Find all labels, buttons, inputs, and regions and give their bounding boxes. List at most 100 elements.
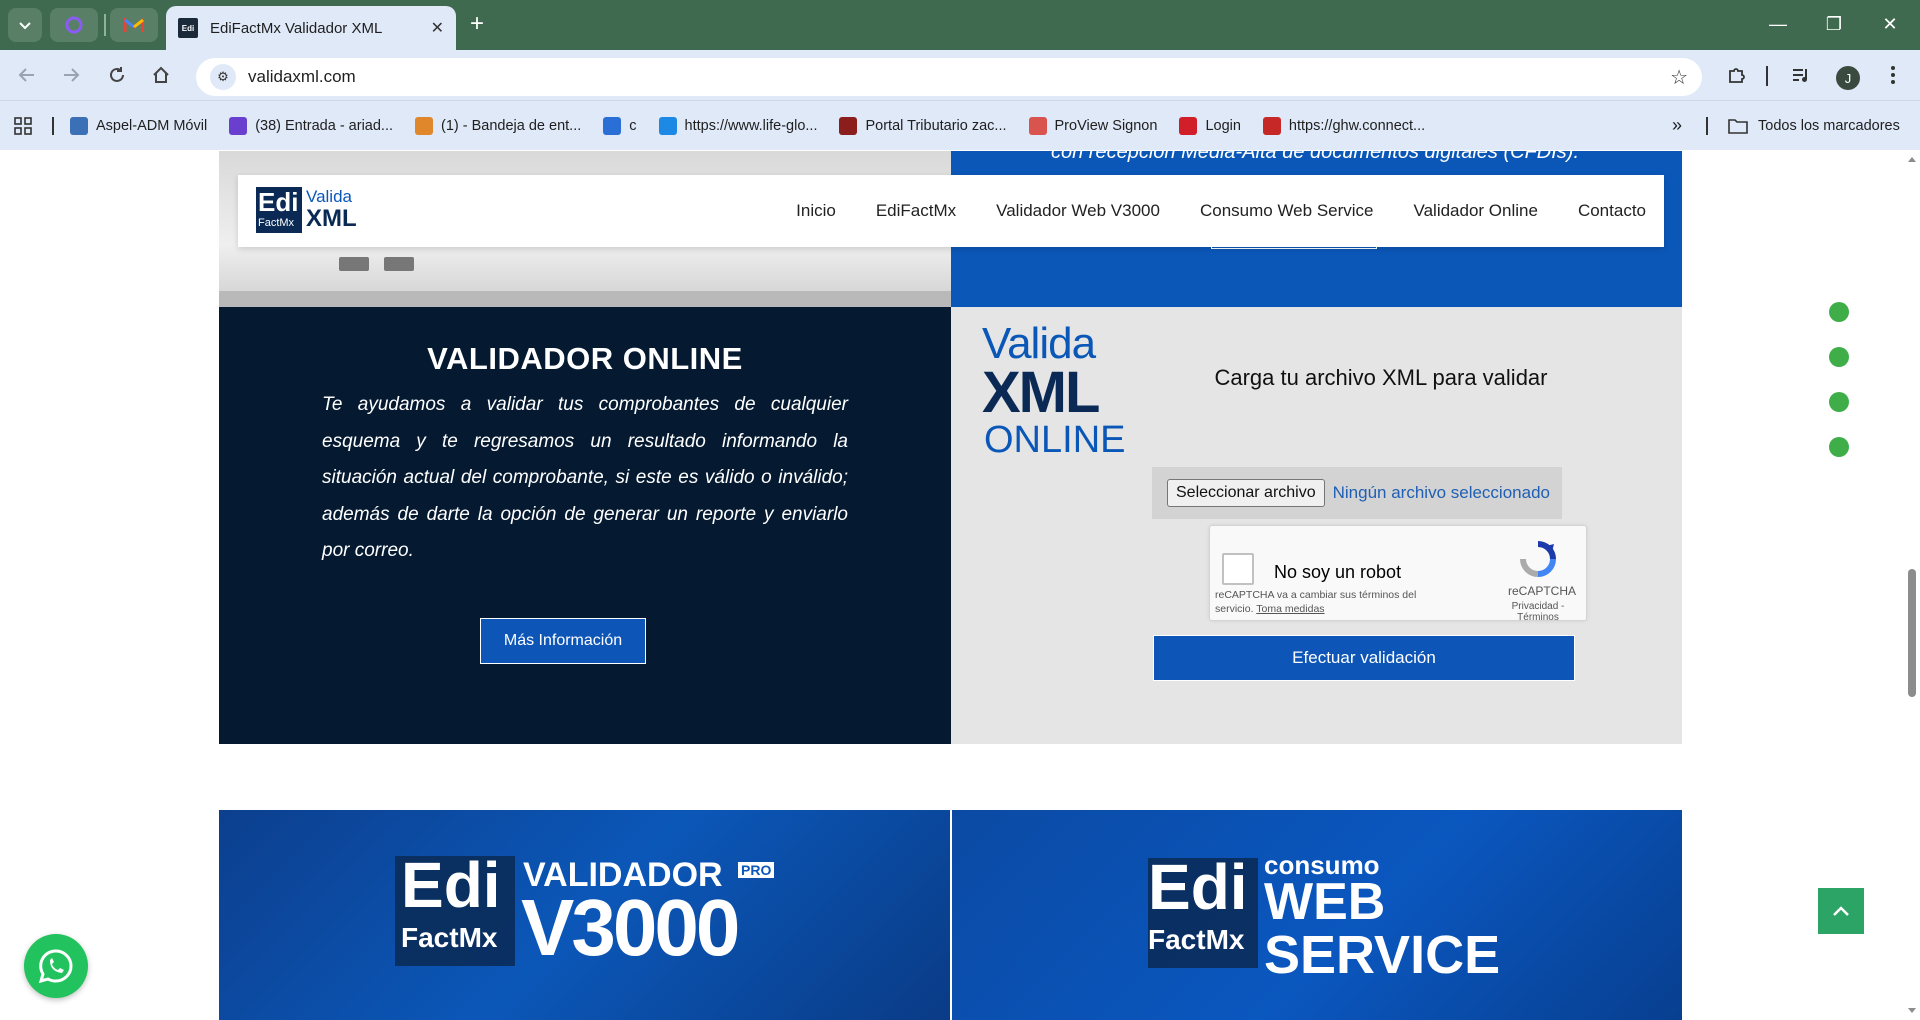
nav-edifactmx[interactable]: EdiFactMx xyxy=(876,201,956,221)
validate-submit-button[interactable]: Efectuar validación xyxy=(1153,635,1575,681)
banner-left-pro-badge: PRO xyxy=(738,862,775,878)
section-dot-3[interactable] xyxy=(1829,392,1849,412)
validador-v3000-banner[interactable]: Edi FactMx VALIDADOR PRO V3000 xyxy=(219,810,950,1020)
upload-title: Carga tu archivo XML para validar xyxy=(1214,365,1548,390)
bookmarks-bar: Aspel-ADM Móvil (38) Entrada - ariad... (1… xyxy=(0,100,1920,150)
nav-contacto[interactable]: Contacto xyxy=(1578,201,1646,221)
bookmarks-separator-2 xyxy=(1706,117,1708,135)
site-settings-icon[interactable]: ⚙ xyxy=(210,64,236,90)
url-text[interactable]: validaxml.com xyxy=(248,67,356,87)
more-info-button[interactable]: Más Información xyxy=(480,618,646,664)
validator-online-description: Te ayudamos a validar tus comprobantes d… xyxy=(322,394,848,561)
site-favicon-icon: Edi xyxy=(178,18,198,38)
bookmark-label: Portal Tributario zac... xyxy=(865,117,1007,134)
upload-panel: Valida XML ONLINE Carga tu archivo XML p… xyxy=(951,307,1682,744)
tab-close-icon[interactable]: ✕ xyxy=(431,18,444,38)
file-status-text: Ningún archivo seleccionado xyxy=(1332,483,1550,502)
nav-consumo-web-service[interactable]: Consumo Web Service xyxy=(1200,201,1374,221)
scrollbar-thumb[interactable] xyxy=(1908,569,1916,697)
recaptcha-label: No soy un robot xyxy=(1274,562,1402,582)
site-menu: Inicio EdiFactMx Validador Web V3000 Con… xyxy=(756,175,1646,247)
tab-separator xyxy=(104,14,106,36)
gmail-icon xyxy=(124,17,144,32)
bookmark-item[interactable]: c xyxy=(603,116,637,135)
bookmark-label: (38) Entrada - ariad... xyxy=(255,117,394,134)
bookmark-item[interactable]: (38) Entrada - ariad... xyxy=(229,116,394,135)
home-button[interactable] xyxy=(148,62,174,88)
select-file-button[interactable]: Seleccionar archivo xyxy=(1167,479,1325,507)
reload-icon xyxy=(110,67,124,82)
bookmarks-overflow-button[interactable]: » xyxy=(1672,115,1682,136)
nav-validador-web-v3000[interactable]: Validador Web V3000 xyxy=(996,201,1160,221)
bookmarks-separator xyxy=(52,117,54,135)
pinned-tab-1[interactable] xyxy=(50,8,98,42)
page-scrollbar[interactable] xyxy=(1904,151,1920,1020)
address-bar[interactable]: ⚙ validaxml.com ☆ xyxy=(196,58,1702,96)
media-queue-icon xyxy=(1793,69,1807,82)
recaptcha-brand: reCAPTCHA xyxy=(1507,584,1576,598)
scroll-up-arrow-icon[interactable] xyxy=(1907,155,1917,163)
bookmark-label: ProView Signon xyxy=(1054,117,1158,134)
back-to-top-button[interactable] xyxy=(1818,888,1864,934)
tab-search-button[interactable] xyxy=(8,8,42,42)
bookmark-item[interactable]: Portal Tributario zac... xyxy=(839,116,1007,135)
puzzle-icon xyxy=(1729,68,1745,83)
recaptcha-links[interactable]: Privacidad - Términos xyxy=(1490,601,1586,623)
bookmark-item[interactable]: Aspel-ADM Móvil xyxy=(70,116,207,135)
pinned-tab-gmail[interactable] xyxy=(110,8,158,42)
minimize-button[interactable]: — xyxy=(1750,0,1806,48)
browser-menu-button[interactable] xyxy=(1880,62,1906,88)
laptop-port xyxy=(384,257,414,271)
consumo-web-service-banner[interactable]: Edi FactMx consumo WEB SERVICE xyxy=(952,810,1682,1020)
banner-right-service: SERVICE xyxy=(1264,925,1501,985)
bookmark-label: https://ghw.connect... xyxy=(1288,117,1426,134)
arrow-left-icon xyxy=(18,68,34,82)
bookmark-star-icon[interactable]: ☆ xyxy=(1670,65,1688,90)
apps-button[interactable] xyxy=(14,116,32,135)
scroll-down-arrow-icon[interactable] xyxy=(1907,1007,1917,1015)
section-dot-2[interactable] xyxy=(1829,347,1849,367)
banner-right-web: WEB xyxy=(1264,873,1386,931)
media-control-button[interactable] xyxy=(1788,62,1814,88)
bookmark-label: Login xyxy=(1205,117,1241,134)
chevron-up-icon xyxy=(1833,906,1849,916)
whatsapp-button[interactable] xyxy=(24,934,88,998)
whatsapp-icon xyxy=(38,949,73,984)
bookmark-label: https://www.life-glo... xyxy=(684,117,818,134)
section-dot-4[interactable] xyxy=(1829,437,1849,457)
validator-online-title: VALIDADOR ONLINE xyxy=(427,341,743,376)
bookmark-item[interactable]: https://ghw.connect... xyxy=(1262,116,1426,135)
site-navbar: Edi FactMx Valida XML Inicio EdiFactMx V… xyxy=(238,175,1664,247)
restore-button[interactable]: ❐ xyxy=(1806,0,1862,48)
banner-right-edi: Edi xyxy=(1148,851,1248,923)
nav-inicio[interactable]: Inicio xyxy=(796,201,836,221)
new-tab-button[interactable]: + xyxy=(470,12,484,36)
all-bookmarks-label: Todos los marcadores xyxy=(1758,117,1900,134)
bookmark-item[interactable]: ProView Signon xyxy=(1028,116,1158,135)
reload-button[interactable] xyxy=(104,62,130,88)
back-button[interactable] xyxy=(14,62,40,88)
tab-bar: Edi EdiFactMx Validador XML ✕ + — ❐ ✕ xyxy=(0,0,1920,50)
bookmark-favicon-icon xyxy=(229,116,248,135)
section-dot-1[interactable] xyxy=(1829,302,1849,322)
bookmark-item[interactable]: (1) - Bandeja de ent... xyxy=(415,116,581,135)
bookmark-item[interactable]: Login xyxy=(1179,116,1241,135)
chevron-down-icon xyxy=(19,22,31,30)
banner-left-edi: Edi xyxy=(401,849,501,921)
home-icon xyxy=(153,66,169,83)
close-window-button[interactable]: ✕ xyxy=(1862,0,1918,48)
active-tab[interactable]: Edi EdiFactMx Validador XML ✕ xyxy=(166,6,456,50)
profile-avatar[interactable]: J xyxy=(1836,66,1860,90)
recaptcha-notice-link[interactable]: Toma medidas xyxy=(1256,603,1324,615)
nav-validador-online[interactable]: Validador Online xyxy=(1414,201,1538,221)
extensions-button[interactable] xyxy=(1724,62,1750,88)
edifactmx-logo[interactable]: Edi FactMx Valida XML xyxy=(256,187,366,237)
web-page: con recepción Media-Alta de documentos d… xyxy=(0,151,1920,1020)
upload-logo-online: ONLINE xyxy=(984,419,1126,461)
recaptcha-checkbox[interactable] xyxy=(1222,553,1254,585)
forward-button[interactable] xyxy=(58,62,84,88)
hero-caption: con recepción Media-Alta de documentos d… xyxy=(1051,151,1580,163)
kebab-menu-icon xyxy=(1891,66,1895,84)
all-bookmarks-folder[interactable]: Todos los marcadores xyxy=(1728,118,1900,134)
bookmark-item[interactable]: https://www.life-glo... xyxy=(658,116,818,135)
